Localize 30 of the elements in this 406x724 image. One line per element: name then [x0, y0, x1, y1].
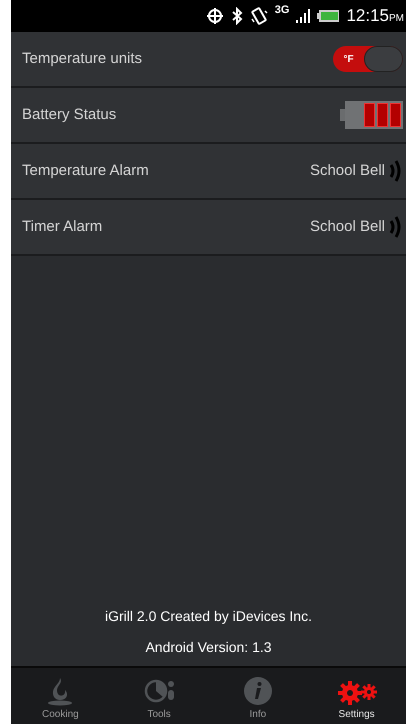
- vibrate-icon: [250, 7, 268, 25]
- setting-label: Battery Status: [22, 104, 116, 125]
- setting-label: Temperature Alarm: [22, 160, 149, 181]
- clock-time: 12:15: [346, 5, 389, 28]
- credit-text: Android Version: 1.3: [145, 638, 272, 657]
- toggle-switch[interactable]: °F: [333, 46, 403, 72]
- battery-icon: [317, 10, 340, 22]
- settings-row[interactable]: Temperature Alarm School Bell: [11, 144, 406, 200]
- setting-value: School Bell: [310, 160, 385, 181]
- info-icon: [242, 676, 273, 706]
- tab-button[interactable]: Settings: [307, 668, 406, 724]
- signal-icon: [296, 9, 310, 23]
- clock-ampm: PM: [389, 12, 404, 26]
- setting-label: Timer Alarm: [22, 216, 102, 237]
- battery-gauge: [340, 101, 403, 129]
- network-type-label: 3G: [274, 5, 290, 16]
- tab-button[interactable]: Tools: [110, 668, 208, 724]
- gears-icon: [336, 680, 377, 706]
- settings-row[interactable]: Battery Status: [11, 88, 406, 144]
- sound-waves-icon: [389, 159, 403, 183]
- gps-icon: [206, 7, 224, 25]
- tab-button[interactable]: Cooking: [11, 668, 110, 724]
- setting-label: Temperature units: [22, 48, 142, 69]
- sound-waves-icon: [389, 215, 403, 239]
- settings-row[interactable]: Timer Alarm School Bell: [11, 200, 406, 256]
- setting-value: School Bell: [310, 216, 385, 237]
- bluetooth-icon: [230, 7, 243, 25]
- tab-button[interactable]: Info: [208, 668, 308, 724]
- settings-row[interactable]: Temperature units °F: [11, 32, 406, 88]
- credit-text: iGrill 2.0 Created by iDevices Inc.: [105, 607, 312, 626]
